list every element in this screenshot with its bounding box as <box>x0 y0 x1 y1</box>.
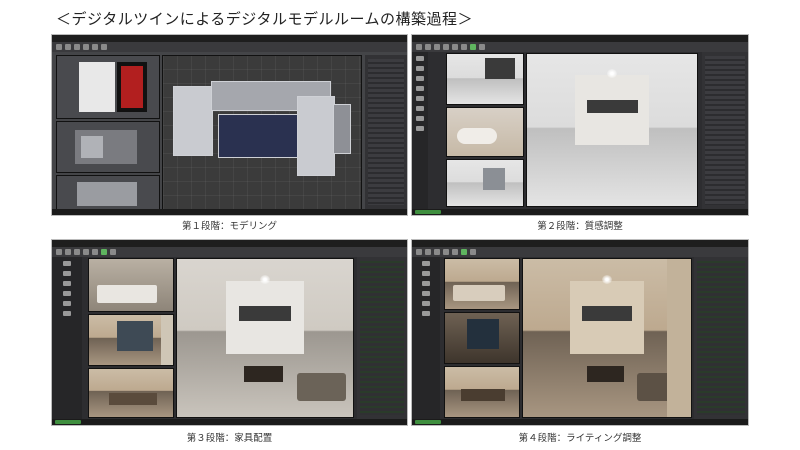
menu-bar <box>52 35 407 42</box>
tool-icon[interactable] <box>63 301 71 306</box>
tool-icon[interactable] <box>83 44 89 50</box>
menu-bar <box>412 35 748 42</box>
thumb-viewport-3[interactable] <box>446 159 524 207</box>
tool-icon[interactable] <box>83 249 89 255</box>
tool-icon[interactable] <box>416 106 424 111</box>
thumb-viewport-1[interactable] <box>446 53 524 105</box>
thumb-viewport-1[interactable] <box>444 258 520 310</box>
status-bar <box>412 419 748 425</box>
tool-icon[interactable] <box>443 44 449 50</box>
perspective-viewport-small[interactable] <box>56 121 160 173</box>
main-render-viewport[interactable] <box>176 258 354 418</box>
tool-icon[interactable] <box>101 44 107 50</box>
toolbar <box>52 247 407 257</box>
thumb-viewport-1[interactable] <box>88 258 174 312</box>
tool-icon[interactable] <box>74 44 80 50</box>
stage3-caption: 第３段階：家具配置 <box>186 433 273 444</box>
tool-icon[interactable] <box>416 56 424 61</box>
tool-icon[interactable] <box>425 249 431 255</box>
tool-icon[interactable] <box>63 291 71 296</box>
tool-icon[interactable] <box>74 249 80 255</box>
status-bar <box>52 209 407 215</box>
tool-icon[interactable] <box>63 311 71 316</box>
thumb-viewport-3[interactable] <box>88 368 174 418</box>
tool-icon[interactable] <box>434 249 440 255</box>
tool-icon[interactable] <box>56 44 62 50</box>
thumb-viewport-2[interactable] <box>444 312 520 364</box>
outliner-panel[interactable] <box>694 257 748 419</box>
building-model <box>173 76 353 186</box>
stage2-caption: 第２段階：質感調整 <box>537 221 623 232</box>
tool-icon[interactable] <box>452 44 458 50</box>
stage4-caption: 第４段階：ライティング調整 <box>518 433 642 444</box>
tool-icon[interactable] <box>65 44 71 50</box>
stage3-screenshot <box>52 240 407 425</box>
stage2-screenshot <box>412 35 748 215</box>
left-toolbar <box>412 52 428 209</box>
stage1-screenshot <box>52 35 407 215</box>
stage4-screenshot <box>412 240 748 425</box>
status-bar <box>412 209 748 215</box>
tool-icon[interactable] <box>443 249 449 255</box>
tool-icon[interactable] <box>422 281 430 286</box>
toolbar <box>412 42 748 52</box>
tool-icon[interactable] <box>422 301 430 306</box>
tool-icon[interactable] <box>479 44 485 50</box>
details-panel[interactable] <box>702 52 748 209</box>
tool-icon[interactable] <box>452 249 458 255</box>
command-panel[interactable] <box>365 55 407 209</box>
status-bar <box>52 419 407 425</box>
tool-icon[interactable] <box>416 126 424 131</box>
left-toolbar <box>412 257 440 419</box>
tool-icon[interactable] <box>416 44 422 50</box>
tool-icon[interactable] <box>416 116 424 121</box>
tool-icon[interactable] <box>92 44 98 50</box>
tool-icon[interactable] <box>422 271 430 276</box>
tool-icon[interactable] <box>110 249 116 255</box>
tool-icon[interactable] <box>416 76 424 81</box>
tool-icon[interactable] <box>416 66 424 71</box>
tool-icon[interactable] <box>461 44 467 50</box>
left-toolbar <box>52 257 82 419</box>
main-render-viewport[interactable] <box>522 258 692 418</box>
tool-icon[interactable] <box>422 311 430 316</box>
tool-icon[interactable] <box>470 249 476 255</box>
page-title: ＜デジタルツインによるデジタルモデルルームの構築過程＞ <box>56 10 474 28</box>
thumb-viewport-2[interactable] <box>446 107 524 157</box>
main-3d-viewport[interactable] <box>162 55 362 211</box>
tool-icon[interactable] <box>422 291 430 296</box>
tool-icon[interactable] <box>63 261 71 266</box>
front-viewport-small[interactable] <box>56 175 160 211</box>
tool-icon[interactable] <box>416 86 424 91</box>
play-icon[interactable] <box>461 249 467 255</box>
stage1-caption: 第１段階：モデリング <box>181 221 277 232</box>
tool-icon[interactable] <box>65 249 71 255</box>
toolbar <box>52 42 407 52</box>
thumb-viewport-3[interactable] <box>444 366 520 418</box>
tool-icon[interactable] <box>416 249 422 255</box>
play-icon[interactable] <box>101 249 107 255</box>
tool-icon[interactable] <box>416 96 424 101</box>
main-render-viewport[interactable] <box>526 53 698 207</box>
outliner-panel[interactable] <box>357 257 407 419</box>
tool-icon[interactable] <box>63 281 71 286</box>
thumb-viewport-2[interactable] <box>88 314 174 366</box>
floor-plan-image <box>79 62 115 112</box>
tool-icon[interactable] <box>425 44 431 50</box>
floor-plan-image <box>117 62 147 112</box>
top-view-viewport[interactable] <box>56 55 160 119</box>
menu-bar <box>52 240 407 247</box>
tool-icon[interactable] <box>434 44 440 50</box>
play-icon[interactable] <box>470 44 476 50</box>
tool-icon[interactable] <box>56 249 62 255</box>
tool-icon[interactable] <box>92 249 98 255</box>
menu-bar <box>412 240 748 247</box>
toolbar <box>412 247 748 257</box>
tool-icon[interactable] <box>63 271 71 276</box>
tool-icon[interactable] <box>422 261 430 266</box>
